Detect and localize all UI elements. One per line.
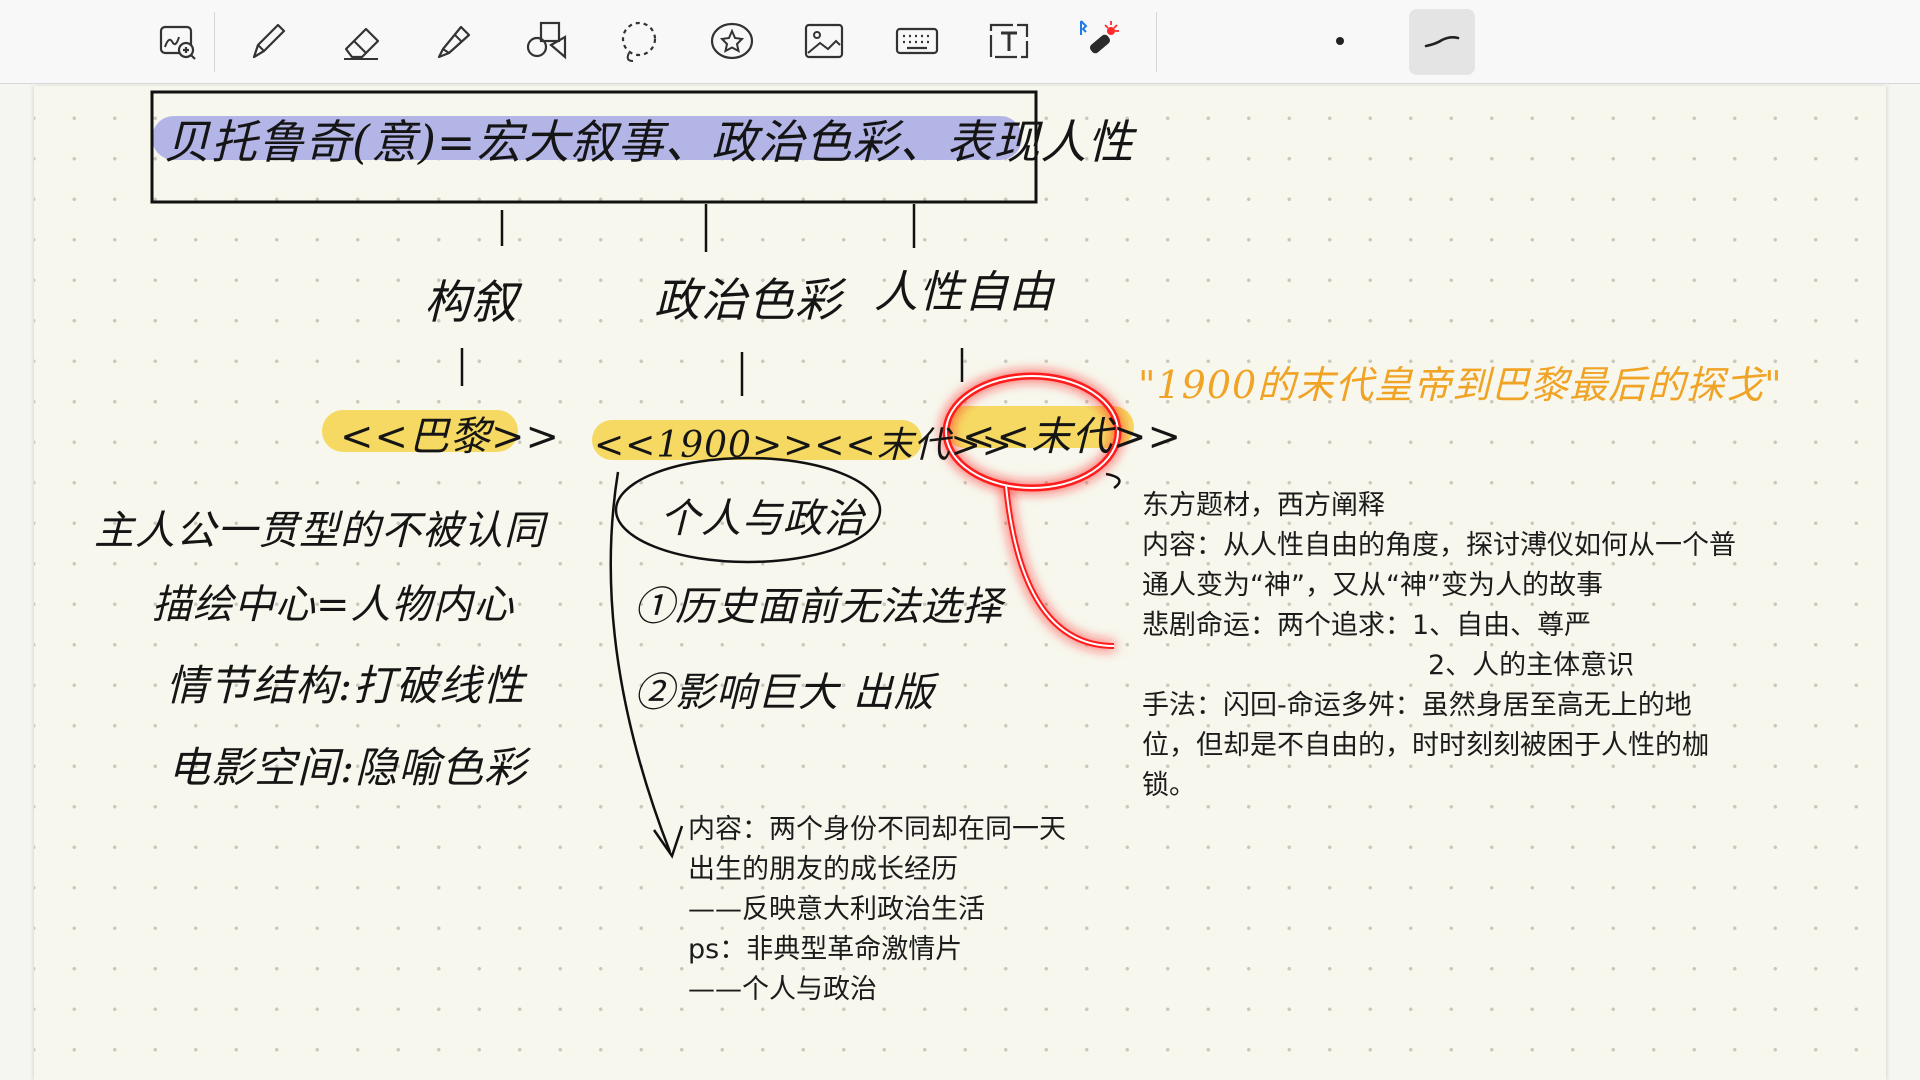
film-1-note-1: 主人公一贯型的不被认同 <box>94 508 545 554</box>
film-2-title: <<1900>><<末代>> <box>594 425 1013 466</box>
pen-stroke-style-button[interactable] <box>1409 9 1475 75</box>
branch-politics: 政治色彩 <box>654 273 842 327</box>
pen-tool-button[interactable] <box>239 12 297 70</box>
middle-note-line-2: 出生的朋友的成长经历 <box>688 854 958 885</box>
laser-pointer-button[interactable] <box>1070 12 1128 70</box>
shapes-icon <box>526 21 567 60</box>
image-tool-button[interactable] <box>795 12 853 70</box>
film-1-note-2: 描绘中心=人物内心 <box>152 582 515 628</box>
stickers-tool-button[interactable] <box>703 12 761 70</box>
sticker-star-icon <box>710 22 754 60</box>
film-1-note-4: 电影空间:隐喻色彩 <box>168 743 528 792</box>
branch-humanity: 人性自由 <box>874 267 1054 318</box>
image-icon <box>804 23 844 59</box>
highlighter-tool-button[interactable] <box>424 12 482 70</box>
orange-quote: "1900的末代皇帝到巴黎最后的探戈" <box>1138 363 1783 407</box>
keyboard-icon <box>895 27 939 55</box>
laser-pointer-icon <box>1080 20 1119 54</box>
zoom-lens-button[interactable] <box>148 12 206 70</box>
film-1-title: <<巴黎>> <box>340 414 561 460</box>
eraser-tool-button[interactable] <box>333 12 391 70</box>
note-page[interactable]: 贝托鲁奇(意)=宏大叙事、政治色彩、表现人性 构叙 政治色彩 人性自由 <<巴黎… <box>34 86 1886 1080</box>
right-note-line-8: 锁。 <box>1142 770 1196 801</box>
pen-icon <box>252 23 286 59</box>
dot-size-icon <box>1336 37 1344 45</box>
stroke-curve-icon <box>1424 36 1460 48</box>
branch-narrative: 构叙 <box>424 275 518 329</box>
pen-size-button[interactable] <box>1311 12 1369 70</box>
point-1: ①历史面前无法选择 <box>634 584 1003 630</box>
lasso-tool-button[interactable] <box>610 12 668 70</box>
toolbar <box>0 0 1920 84</box>
film-3-title: <<末代>> <box>962 414 1183 460</box>
right-note-line-2: 内容：从人性自由的角度，探讨溥仪如何从一个普 <box>1142 530 1736 561</box>
film-1-note-3: 情节结构:打破线性 <box>166 661 526 710</box>
middle-note-line-4: ps：非典型革命激情片 <box>688 934 963 965</box>
shapes-tool-button[interactable] <box>518 12 576 70</box>
eraser-icon <box>344 27 380 60</box>
text-tool-button[interactable] <box>980 12 1038 70</box>
right-note-line-7: 位，但却是不自由的，时时刻刻被困于人性的枷 <box>1142 730 1709 761</box>
right-note-line-4: 悲剧命运：两个追求：1、自由、尊严 <box>1142 610 1592 641</box>
middle-note-line-3: ——反映意大利政治生活 <box>688 894 985 925</box>
handwritten-title: 贝托鲁奇(意)=宏大叙事、政治色彩、表现人性 <box>164 115 1135 169</box>
right-note-line-6: 手法：闪回-命运多舛：虽然身居至高无上的地 <box>1142 690 1692 721</box>
zoom-lens-icon <box>159 25 196 60</box>
point-2: ②影响巨大 出版 <box>634 670 935 716</box>
middle-note-line-5: ——个人与政治 <box>688 974 877 1005</box>
text-box-icon <box>989 23 1029 59</box>
highlighter-icon <box>437 25 471 59</box>
right-note-line-3: 通人变为“神”，又从“神”变为人的故事 <box>1142 570 1603 601</box>
circled-theme: 个人与政治 <box>660 496 865 542</box>
right-note-line-5: 2、人的主体意识 <box>1428 650 1635 681</box>
keyboard-tool-button[interactable] <box>888 12 946 70</box>
right-note-line-1: 东方题材，西方阐释 <box>1142 490 1385 521</box>
middle-note-line-1: 内容：两个身份不同却在同一天 <box>688 814 1066 845</box>
lasso-icon <box>621 21 657 62</box>
